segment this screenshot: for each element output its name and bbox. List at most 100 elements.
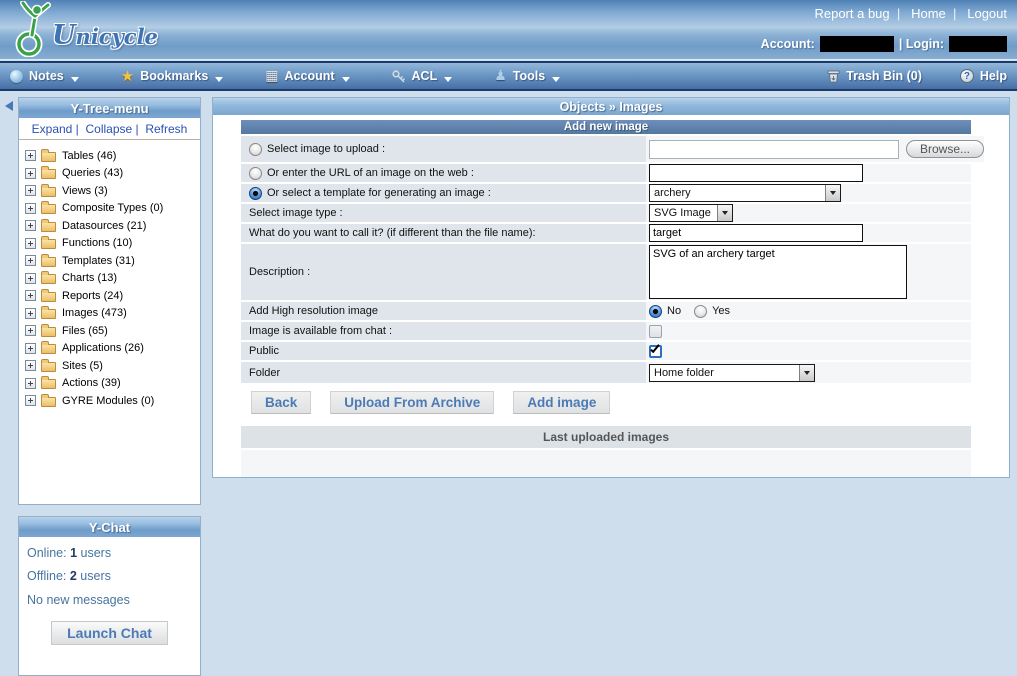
upload-from-archive-button[interactable]: Upload From Archive <box>330 391 494 414</box>
tree-item-gyre-modules[interactable]: GYRE Modules (0) <box>25 392 200 410</box>
app-logo[interactable]: Unicycle <box>14 1 158 57</box>
tree-item-images[interactable]: Images (473) <box>25 305 200 323</box>
description-row: Description : SVG of an archery target <box>241 244 971 300</box>
folder-icon <box>41 169 56 179</box>
offline-label: Offline: <box>27 569 66 583</box>
tree-item-applications[interactable]: Applications (26) <box>25 340 200 358</box>
tree-refresh-link[interactable]: Refresh <box>145 122 187 136</box>
template-radio[interactable] <box>249 187 262 200</box>
trash-bin-label: Trash Bin (0) <box>846 69 922 83</box>
template-select[interactable]: archery <box>649 184 841 202</box>
person-icon <box>494 67 507 85</box>
back-button[interactable]: Back <box>251 391 311 414</box>
tree-item-files[interactable]: Files (65) <box>25 322 200 340</box>
expand-plus-icon[interactable] <box>25 360 36 371</box>
tree-item-tables[interactable]: Tables (46) <box>25 147 200 165</box>
chat-available-checkbox[interactable] <box>649 325 662 338</box>
description-textarea[interactable]: SVG of an archery target <box>649 245 907 299</box>
folder-select[interactable]: Home folder <box>649 364 815 382</box>
url-label-cell: Or enter the URL of an image on the web … <box>241 164 646 182</box>
tree-item-label: Actions (39) <box>62 377 121 389</box>
nav-item-acl[interactable]: ACL <box>392 69 453 83</box>
tree-item-sites[interactable]: Sites (5) <box>25 357 200 375</box>
select-arrow-icon[interactable] <box>717 205 732 221</box>
tree-item-label: Files (65) <box>62 325 108 337</box>
chat-panel: Y-Chat Online: 1 users Offline: 2 users … <box>18 516 201 676</box>
highres-no-radio[interactable] <box>649 305 662 318</box>
nav-item-bookmarks[interactable]: Bookmarks <box>121 67 224 86</box>
nav-label-tools: Tools <box>513 69 545 83</box>
home-link[interactable]: Home <box>911 6 964 21</box>
tree-item-functions[interactable]: Functions (10) <box>25 235 200 253</box>
chat-offline-status: Offline: 2 users <box>27 569 200 583</box>
add-image-button[interactable]: Add image <box>513 391 610 414</box>
folder-row: Folder Home folder <box>241 362 971 383</box>
expand-plus-icon[interactable] <box>25 290 36 301</box>
tree-item-queries[interactable]: Queries (43) <box>25 165 200 183</box>
tree-item-views[interactable]: Views (3) <box>25 182 200 200</box>
folder-icon <box>41 152 56 162</box>
nav-item-notes[interactable]: Notes <box>10 69 79 83</box>
add-image-form: Add new image Select image to upload : B… <box>241 120 971 478</box>
online-count: 1 <box>70 546 77 560</box>
folder-icon <box>41 379 56 389</box>
launch-chat-button[interactable]: Launch Chat <box>51 621 168 645</box>
folder-icon <box>41 239 56 249</box>
expand-plus-icon[interactable] <box>25 255 36 266</box>
image-name-input[interactable] <box>649 224 863 242</box>
form-title: Add new image <box>241 120 971 134</box>
nav-item-tools[interactable]: Tools <box>494 67 560 85</box>
tree-item-label: GYRE Modules (0) <box>62 395 154 407</box>
expand-plus-icon[interactable] <box>25 308 36 319</box>
expand-plus-icon[interactable] <box>25 378 36 389</box>
file-upload-field[interactable] <box>649 140 899 159</box>
url-radio[interactable] <box>249 167 262 180</box>
help-button[interactable]: Help <box>960 69 1007 83</box>
public-label: Public <box>249 345 279 357</box>
nav-label-acl: ACL <box>412 69 438 83</box>
expand-plus-icon[interactable] <box>25 203 36 214</box>
expand-plus-icon[interactable] <box>25 395 36 406</box>
chat-available-label-cell: Image is available from chat : <box>241 322 646 340</box>
upload-radio[interactable] <box>249 143 262 156</box>
nav-label-bookmarks: Bookmarks <box>140 69 208 83</box>
tree-item-label: Views (3) <box>62 185 108 197</box>
login-label: | Login: <box>899 37 944 51</box>
logout-link[interactable]: Logout <box>967 6 1007 21</box>
trash-bin-button[interactable]: Trash Bin (0) <box>827 69 922 83</box>
tree-item-datasources[interactable]: Datasources (21) <box>25 217 200 235</box>
expand-plus-icon[interactable] <box>25 150 36 161</box>
tree-item-reports[interactable]: Reports (24) <box>25 287 200 305</box>
sidebar-collapse-arrow-icon[interactable] <box>5 101 13 111</box>
description-label: Description : <box>249 266 310 278</box>
tree-collapse-link[interactable]: Collapse <box>85 122 142 136</box>
help-label: Help <box>980 69 1007 83</box>
expand-plus-icon[interactable] <box>25 168 36 179</box>
tree-item-actions[interactable]: Actions (39) <box>25 375 200 393</box>
tree-item-charts[interactable]: Charts (13) <box>25 270 200 288</box>
nav-item-account[interactable]: Account <box>265 67 349 85</box>
tree-expand-link[interactable]: Expand <box>32 122 83 136</box>
browse-button[interactable]: Browse... <box>906 140 984 158</box>
expand-plus-icon[interactable] <box>25 343 36 354</box>
expand-plus-icon[interactable] <box>25 325 36 336</box>
select-arrow-icon[interactable] <box>799 365 814 381</box>
url-value-cell <box>646 164 971 182</box>
image-type-select[interactable]: SVG Image <box>649 204 733 222</box>
report-a-bug-link[interactable]: Report a bug <box>814 6 907 21</box>
template-value-cell: archery <box>646 184 971 202</box>
highres-yes-radio[interactable] <box>694 305 707 318</box>
tree-item-composite-types[interactable]: Composite Types (0) <box>25 200 200 218</box>
expand-plus-icon[interactable] <box>25 220 36 231</box>
expand-plus-icon[interactable] <box>25 238 36 249</box>
notes-icon <box>10 70 23 83</box>
folder-icon <box>41 292 56 302</box>
expand-plus-icon[interactable] <box>25 185 36 196</box>
url-input[interactable] <box>649 164 863 182</box>
tree-item-templates[interactable]: Templates (31) <box>25 252 200 270</box>
tree-item-label: Datasources (21) <box>62 220 146 232</box>
select-arrow-icon[interactable] <box>825 185 840 201</box>
expand-plus-icon[interactable] <box>25 273 36 284</box>
folder-icon <box>41 257 56 267</box>
highres-label: Add High resolution image <box>249 305 378 317</box>
